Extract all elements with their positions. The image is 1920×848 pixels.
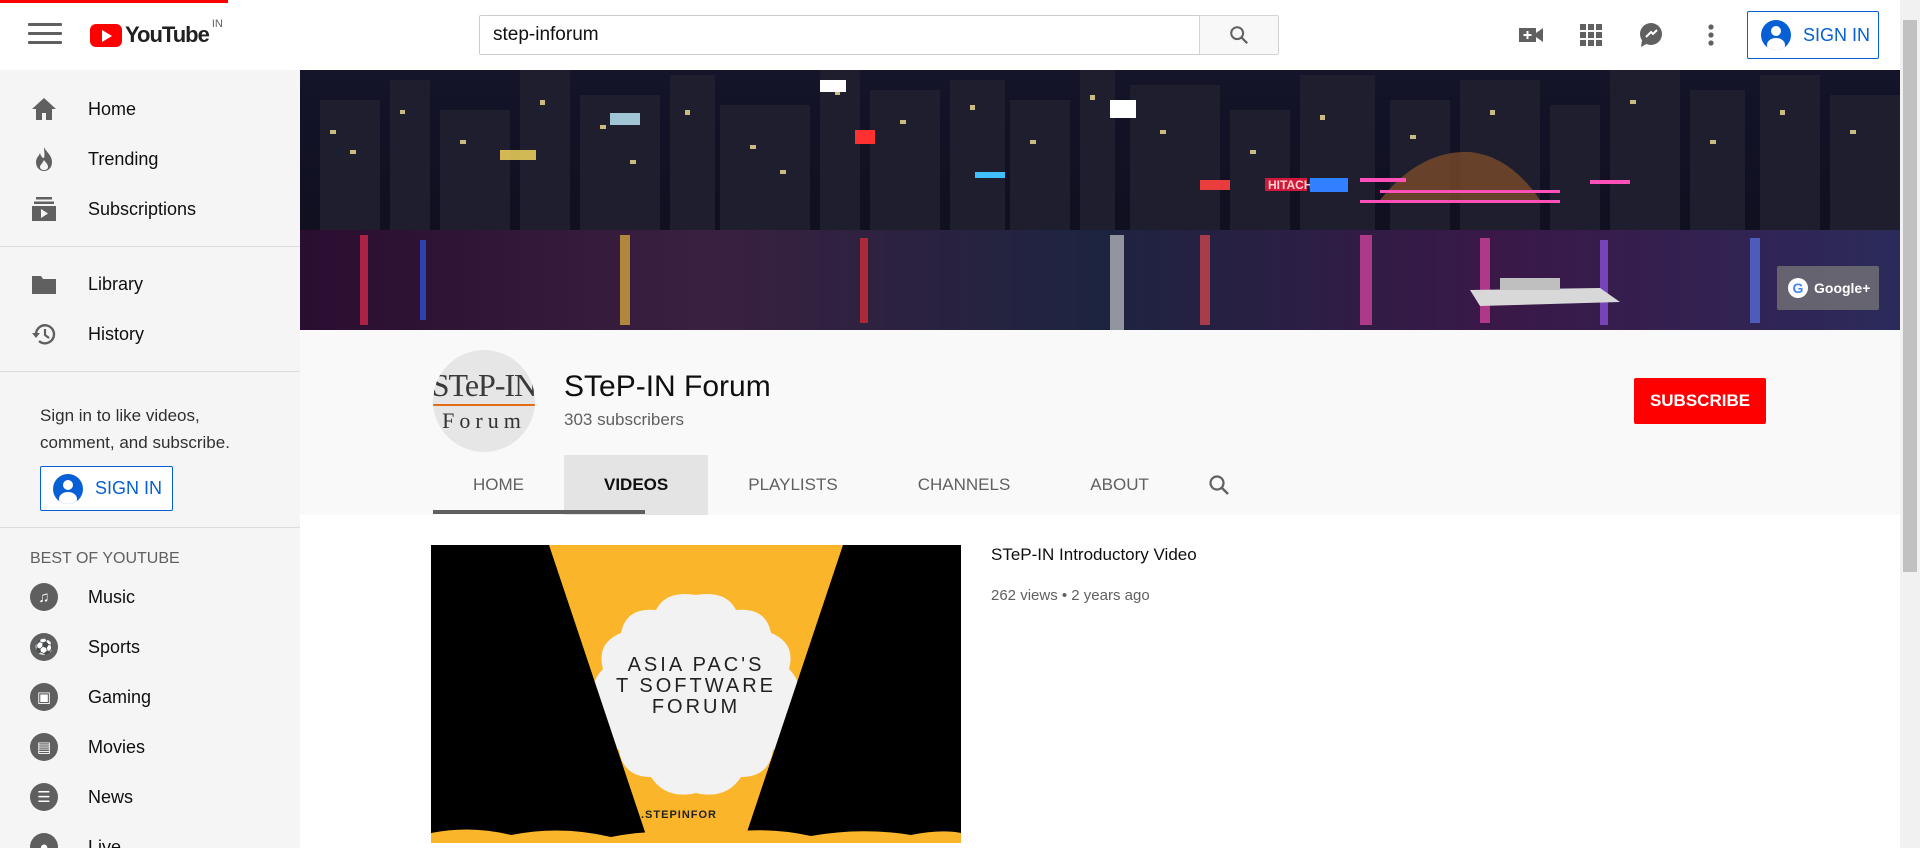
account-icon [1761,20,1791,50]
flame-icon [30,145,58,173]
video-thumbnail[interactable]: ASIA PAC'S T SOFTWARE FORUM .STEPINFOR [431,545,961,843]
signin-button[interactable]: SIGN IN [1747,11,1879,59]
channel-avatar-logo-line2: Forum [442,408,526,433]
messages-icon [1640,23,1662,47]
youtube-logo[interactable]: YouTube IN [90,18,223,48]
folder-icon [30,270,58,298]
sidebar-divider [0,527,300,528]
signin-prompt-text: Sign in to like videos, comment, and sub… [40,406,230,452]
page-load-progress [0,0,228,3]
channel-avatar-logo-line1: STeP-IN [433,367,535,403]
video-title-link[interactable]: STeP-IN Introductory Video [991,545,1197,565]
channel-banner: HITACHI G Google+ [300,70,1900,330]
sidebar-item-movies[interactable]: ▤ Movies [0,722,300,772]
best-of-youtube-heading: BEST OF YOUTUBE [30,550,180,567]
signin-label: SIGN IN [1803,24,1871,45]
home-icon [30,95,58,123]
masthead: YouTube IN SIGN IN [0,0,1900,70]
tab-home[interactable]: HOME [433,455,564,515]
apps-button[interactable] [1576,20,1606,50]
sidebar-item-live[interactable]: ● Live [0,822,300,848]
channel-avatar-divider [433,404,535,406]
sidebar: Home Trending Subscriptions Library Hist… [0,70,300,848]
google-plus-label: Google+ [1814,280,1871,296]
channel-search-button[interactable] [1189,455,1249,515]
live-icon: ● [30,833,58,848]
history-icon [30,320,58,348]
google-icon: G [1788,278,1808,298]
thumbnail-title-line1: ASIA PAC'S [627,654,765,676]
sidebar-item-label: Music [88,586,136,607]
channel-tabs: HOME VIDEOS PLAYLISTS CHANNELS ABOUT [433,455,1249,515]
google-plus-link[interactable]: G Google+ [1777,266,1879,310]
tab-playlists[interactable]: PLAYLISTS [708,455,877,515]
channel-name: STeP-IN Forum [564,370,771,403]
sports-icon: ⚽ [30,633,58,661]
apps-grid-icon [1580,24,1602,46]
movies-icon: ▤ [30,733,58,761]
search-icon [1230,26,1249,45]
sidebar-item-home[interactable]: Home [0,84,300,134]
sidebar-item-gaming[interactable]: ▣ Gaming [0,672,300,722]
subscribe-button[interactable]: SUBSCRIBE [1634,378,1766,424]
youtube-play-icon [90,23,122,47]
sidebar-item-subscriptions[interactable]: Subscriptions [0,184,300,234]
search-icon [1209,475,1229,495]
active-tab-indicator [433,510,645,514]
sidebar-item-label: News [88,786,134,807]
banner-neon-sign: HITACHI [1268,178,1316,192]
gaming-icon: ▣ [30,683,58,711]
sidebar-signin-button[interactable]: SIGN IN [40,466,173,511]
subscriptions-icon [30,195,58,223]
tab-videos[interactable]: VIDEOS [564,455,709,515]
sidebar-item-history[interactable]: History [0,309,300,359]
logo-text: YouTube [125,22,210,47]
more-vert-icon [1708,24,1714,46]
search-button[interactable] [1199,15,1279,55]
videos-content: ASIA PAC'S T SOFTWARE FORUM .STEPINFOR S… [300,515,1900,848]
messages-button[interactable] [1636,20,1666,50]
sidebar-item-label: Library [88,273,144,294]
sidebar-item-sports[interactable]: ⚽ Sports [0,622,300,672]
account-icon [53,473,83,504]
sidebar-item-label: Live [88,836,122,848]
sidebar-divider [0,246,300,247]
banner-image: HITACHI [300,70,1900,330]
sidebar-item-label: Sports [88,636,141,657]
tab-channels[interactable]: CHANNELS [878,455,1051,515]
tab-about[interactable]: ABOUT [1050,455,1189,515]
sidebar-item-label: Subscriptions [88,198,197,219]
sidebar-item-label: Gaming [88,686,152,707]
sidebar-item-music[interactable]: ♫ Music [0,572,300,622]
sidebar-item-trending[interactable]: Trending [0,134,300,184]
scrollbar-thumb[interactable] [1903,20,1917,572]
search-bar [479,15,1279,55]
news-icon: ☰ [30,783,58,811]
channel-header: STeP-IN Forum STeP-IN Forum 303 subscrib… [300,330,1900,515]
subscriber-count: 303 subscribers [564,410,685,429]
signin-label: SIGN IN [95,478,163,498]
sidebar-item-news[interactable]: ☰ News [0,772,300,822]
music-icon: ♫ [30,583,58,611]
sidebar-item-label: Home [88,98,137,119]
video-camera-icon [1519,28,1543,42]
thumbnail-title-line2: T SOFTWARE [616,675,776,697]
settings-menu-button[interactable] [1696,20,1726,50]
channel-avatar[interactable]: STeP-IN Forum [433,350,535,452]
create-video-button[interactable] [1516,20,1546,50]
logo-country-code: IN [211,18,223,30]
sidebar-item-label: History [88,323,145,344]
thumbnail-url-text: .STEPINFOR [641,809,718,821]
search-input[interactable] [479,15,1199,55]
sidebar-item-label: Trending [88,148,159,169]
video-metadata: 262 views • 2 years ago [991,587,1150,604]
thumbnail-title-line3: FORUM [651,696,741,718]
sidebar-item-label: Movies [88,736,146,757]
menu-icon[interactable] [28,23,62,47]
sidebar-divider [0,371,300,372]
sidebar-item-library[interactable]: Library [0,259,300,309]
